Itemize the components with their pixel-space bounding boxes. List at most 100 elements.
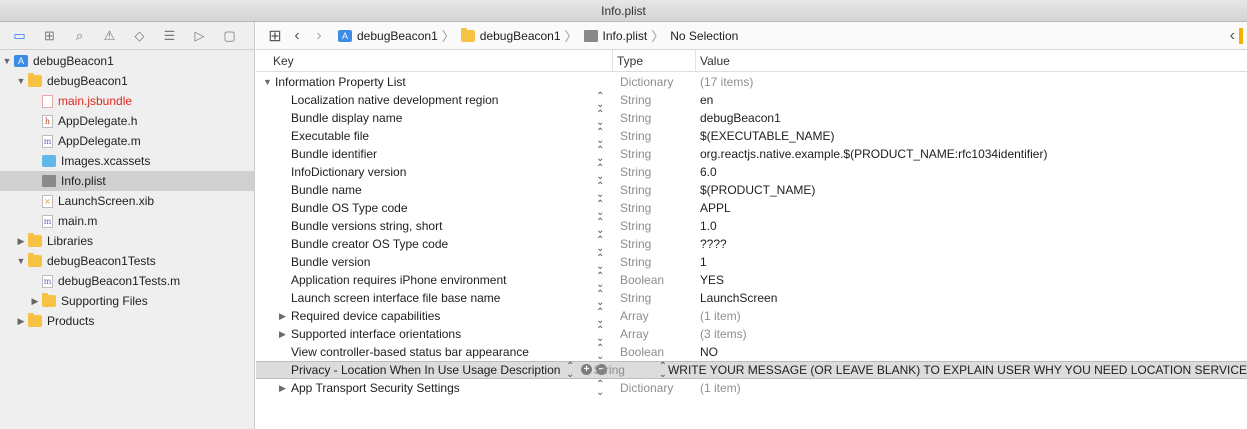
breadcrumb-item[interactable]: AdebugBeacon1 〉 xyxy=(338,26,455,45)
tree-item[interactable]: ▶ Products xyxy=(0,311,254,331)
plist-key-cell[interactable]: InfoDictionary version ⌃ ⌄ xyxy=(256,163,613,182)
plist-value[interactable]: org.reactjs.native.example.$(PRODUCT_NAM… xyxy=(696,147,1047,161)
plist-row[interactable]: ▶ Supported interface orientations ⌃ ⌄ Array… xyxy=(256,325,1247,344)
plist-type[interactable]: String xyxy=(613,255,696,269)
plist-type[interactable]: Array xyxy=(613,309,696,323)
plist-row[interactable]: ▶ App Transport Security Settings ⌃ ⌄ Dictio… xyxy=(256,379,1247,398)
plist-key-cell[interactable]: Privacy - Location When In Use Usage Des… xyxy=(256,361,607,380)
symbol-navigator-icon[interactable]: ⊞ xyxy=(38,26,61,46)
previous-issue-button[interactable]: ‹ xyxy=(1230,27,1243,45)
plist-value[interactable]: LaunchScreen xyxy=(696,291,777,305)
plist-type[interactable]: String xyxy=(613,183,696,197)
plist-type[interactable]: String ⌃ ⌄ xyxy=(587,362,667,380)
plist-type[interactable]: String xyxy=(613,129,696,143)
plist-row[interactable]: Bundle OS Type code ⌃ ⌄ String APPL xyxy=(256,199,1247,218)
disclosure-closed-icon[interactable]: ▶ xyxy=(30,296,40,307)
disclosure-closed-icon[interactable]: ▶ xyxy=(279,329,286,340)
issue-navigator-icon[interactable]: ⚠ xyxy=(98,26,121,46)
plist-key-cell[interactable]: Bundle version ⌃ ⌄ xyxy=(256,253,613,272)
plist-value[interactable]: WRITE YOUR MESSAGE (OR LEAVE BLANK) TO E… xyxy=(664,363,1247,377)
plist-key-cell[interactable]: ▼ Information Property List xyxy=(256,73,613,91)
plist-row[interactable]: ▼ Information Property List Dictionary (17 … xyxy=(256,73,1247,91)
project-navigator-icon[interactable]: ▭ xyxy=(8,26,31,46)
key-stepper-icon[interactable]: ⌃ ⌄ xyxy=(596,182,604,200)
tree-item[interactable]: Info.plist xyxy=(0,171,254,191)
plist-type[interactable]: String xyxy=(613,219,696,233)
type-column-header[interactable]: Type xyxy=(613,49,696,72)
key-stepper-icon[interactable]: ⌃ ⌄ xyxy=(596,380,604,398)
plist-key-cell[interactable]: ▶ Required device capabilities ⌃ ⌄ xyxy=(256,307,613,326)
plist-value[interactable]: 1.0 xyxy=(696,219,717,233)
breadcrumb-item[interactable]: Info.plist 〉 xyxy=(583,26,664,45)
plist-value[interactable]: (3 items) xyxy=(696,327,747,341)
value-column-header[interactable]: Value xyxy=(696,50,730,72)
key-stepper-icon[interactable]: ⌃ ⌄ xyxy=(596,254,604,272)
key-stepper-icon[interactable]: ⌃ ⌄ xyxy=(596,218,604,236)
plist-type[interactable]: String xyxy=(613,201,696,215)
plist-value[interactable]: ???? xyxy=(696,237,727,251)
plist-row[interactable]: Launch screen interface file base name ⌃ ⌄… xyxy=(256,289,1247,308)
plist-row[interactable]: Bundle display name ⌃ ⌄ String debugBeacon1 xyxy=(256,109,1247,128)
plist-row[interactable]: ▶ Required device capabilities ⌃ ⌄ Array (1 i… xyxy=(256,307,1247,326)
key-column-header[interactable]: Key xyxy=(256,49,613,72)
breadcrumb-no-selection[interactable]: No Selection xyxy=(670,29,738,43)
plist-row[interactable]: Bundle version ⌃ ⌄ String 1 xyxy=(256,253,1247,272)
plist-type[interactable]: Boolean xyxy=(613,345,696,359)
plist-row[interactable]: Privacy - Location When In Use Usage Des… xyxy=(256,361,1247,380)
plist-value[interactable]: en xyxy=(696,93,713,107)
find-navigator-icon[interactable]: ⌕ xyxy=(68,26,91,46)
plist-type[interactable]: String xyxy=(613,111,696,125)
plist-value[interactable]: YES xyxy=(696,273,724,287)
plist-value[interactable]: APPL xyxy=(696,201,731,215)
plist-row[interactable]: View controller-based status bar appeara… xyxy=(256,343,1247,362)
disclosure-closed-icon[interactable]: ▶ xyxy=(16,236,26,247)
plist-row[interactable]: Bundle creator OS Type code ⌃ ⌄ String???? xyxy=(256,235,1247,254)
test-navigator-icon[interactable]: ◇ xyxy=(128,26,151,46)
key-stepper-icon[interactable]: ⌃ ⌄ xyxy=(596,290,604,308)
plist-key-cell[interactable]: View controller-based status bar appeara… xyxy=(256,343,613,362)
key-stepper-icon[interactable]: ⌃ ⌄ xyxy=(596,128,604,146)
plist-type[interactable]: Dictionary xyxy=(613,75,696,89)
breakpoint-navigator-icon[interactable]: ▷ xyxy=(188,26,211,46)
key-stepper-icon[interactable]: ⌃ ⌄ xyxy=(596,326,604,344)
disclosure-open-icon[interactable]: ▼ xyxy=(263,77,272,87)
key-stepper-icon[interactable]: ⌃ ⌄ xyxy=(596,110,604,128)
key-stepper-icon[interactable]: ⌃ ⌄ xyxy=(596,164,604,182)
tree-item[interactable]: × LaunchScreen.xib xyxy=(0,191,254,211)
tree-item[interactable]: m main.m xyxy=(0,211,254,231)
plist-key-cell[interactable]: Bundle OS Type code ⌃ ⌄ xyxy=(256,199,613,218)
plist-row[interactable]: Bundle versions string, short ⌃ ⌄ String 1.0 xyxy=(256,217,1247,236)
tree-item[interactable]: Images.xcassets xyxy=(0,151,254,171)
plist-type[interactable]: Dictionary xyxy=(613,381,696,395)
disclosure-closed-icon[interactable]: ▶ xyxy=(16,316,26,327)
plist-row[interactable]: Localization native development region ⌃ ⌄… xyxy=(256,91,1247,110)
tree-item[interactable]: h AppDelegate.h xyxy=(0,111,254,131)
plist-key-cell[interactable]: Localization native development region ⌃ ⌄ xyxy=(256,91,613,110)
tree-item[interactable]: ▼ AdebugBeacon1 xyxy=(0,51,254,71)
key-stepper-icon[interactable]: ⌃ ⌄ xyxy=(596,92,604,110)
plist-key-cell[interactable]: ▶ Supported interface orientations ⌃ ⌄ xyxy=(256,325,613,344)
plist-value[interactable]: (1 item) xyxy=(696,309,741,323)
key-stepper-icon[interactable]: ⌃ ⌄ xyxy=(596,236,604,254)
plist-value[interactable]: 6.0 xyxy=(696,165,717,179)
plist-row[interactable]: Application requires iPhone environment ⌃… xyxy=(256,271,1247,290)
related-items-icon[interactable]: ⊞ xyxy=(264,26,286,46)
key-stepper-icon[interactable]: ⌃ ⌄ xyxy=(596,200,604,218)
plist-value[interactable]: NO xyxy=(696,345,718,359)
plist-value[interactable]: (17 items) xyxy=(696,75,753,89)
key-stepper-icon[interactable]: ⌃ ⌄ xyxy=(596,344,604,362)
plist-type[interactable]: String xyxy=(613,165,696,179)
plist-type[interactable]: Boolean xyxy=(613,273,696,287)
disclosure-open-icon[interactable]: ▼ xyxy=(2,56,12,66)
back-button[interactable]: ‹ xyxy=(286,27,308,45)
forward-button[interactable]: › xyxy=(308,27,330,45)
type-stepper-icon[interactable]: ⌃ ⌄ xyxy=(659,362,667,380)
key-stepper-icon[interactable]: ⌃ ⌄ xyxy=(596,272,604,290)
plist-value[interactable]: $(PRODUCT_NAME) xyxy=(696,183,815,197)
key-stepper-icon[interactable]: ⌃ ⌄ xyxy=(596,146,604,164)
plist-key-cell[interactable]: Bundle name ⌃ ⌄ xyxy=(256,181,613,200)
report-navigator-icon[interactable]: ▢ xyxy=(218,26,241,46)
tree-item[interactable]: ▶ Supporting Files xyxy=(0,291,254,311)
tree-item[interactable]: ▼ debugBeacon1 xyxy=(0,71,254,91)
plist-value[interactable]: (1 item) xyxy=(696,381,741,395)
